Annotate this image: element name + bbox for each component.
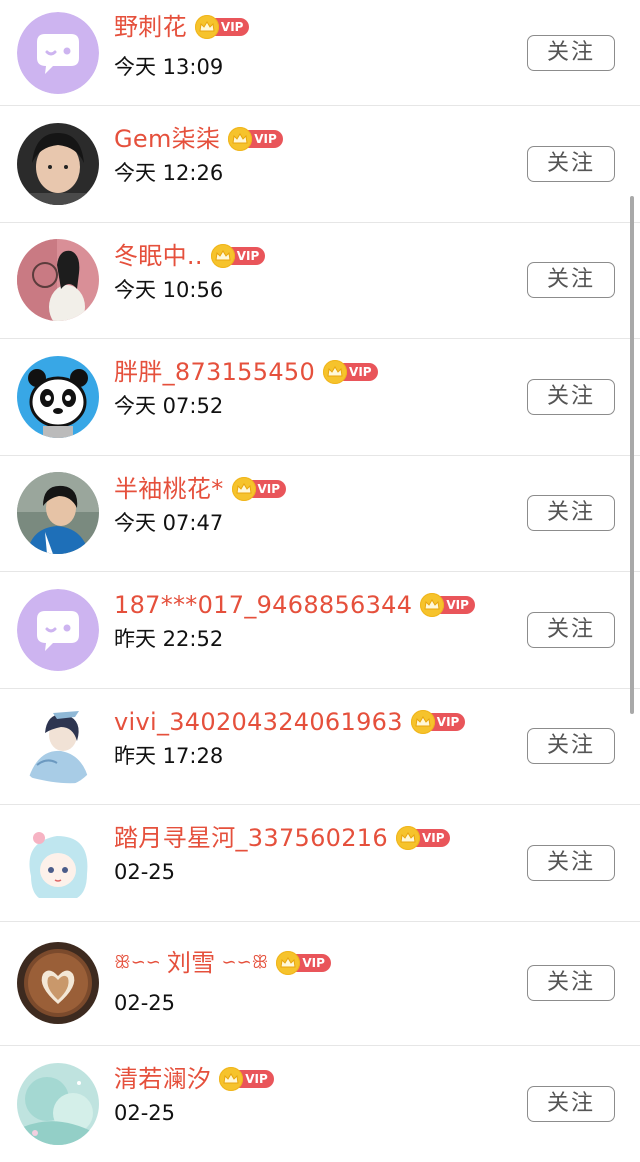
user-name[interactable]: 187***017_9468856344 [114,588,412,622]
avatar[interactable] [17,122,99,205]
user-name[interactable]: Gem柒柒 [114,122,220,156]
avatar[interactable] [17,355,99,438]
list-item[interactable]: Gem柒柒 VIP 今天 12:26 关注 [0,106,640,223]
crown-icon [410,709,435,734]
user-name[interactable]: 胖胖_873155450 [114,355,315,389]
avatar[interactable] [17,472,99,555]
latte-art-avatar-icon [17,942,99,1024]
timestamp: 昨天 17:28 [114,743,224,768]
follower-list: 野刺花 VIP 今天 13:09 关注 Gem柒柒 VIP 今天 12:26 关… [0,0,640,1162]
follow-button[interactable]: 关注 [527,965,615,1001]
timestamp: 今天 10:56 [114,277,224,302]
vip-badge: VIP [210,243,266,268]
vip-badge: VIP [410,709,466,734]
scrollbar[interactable] [630,196,634,714]
user-name[interactable]: 踏月寻星河_337560216 [114,821,388,855]
default-chat-avatar-icon [17,11,99,94]
crown-icon [395,826,420,850]
list-item[interactable]: ꕥ∽∽ 刘雪 ∽∽ꕥ VIP 02-25 关注 [0,922,640,1046]
crown-icon [219,1066,244,1091]
avatar[interactable] [17,942,99,1024]
crown-icon [194,15,219,39]
list-item[interactable]: 187***017_9468856344 VIP 昨天 22:52 关注 [0,572,640,689]
timestamp: 02-25 [114,860,176,884]
user-name[interactable]: 半袖桃花* [114,472,224,506]
user-name[interactable]: 清若澜汐 [114,1062,211,1096]
timestamp: 02-25 [114,1100,176,1125]
list-item[interactable]: 踏月寻星河_337560216 VIP 02-25 关注 [0,805,640,922]
avatar[interactable] [17,821,99,904]
flourish-left-icon: ꕥ∽∽ [114,952,161,973]
timestamp: 今天 13:09 [114,55,224,79]
timestamp: 今天 07:52 [114,394,224,418]
timestamp: 昨天 22:52 [114,627,224,651]
vip-badge: VIP [194,15,250,39]
timestamp: 今天 07:47 [114,510,224,535]
avatar[interactable] [17,705,99,788]
user-name[interactable]: 刘雪 [167,946,216,980]
follow-button[interactable]: 关注 [527,145,615,182]
follow-button[interactable]: 关注 [527,262,615,299]
follow-button[interactable]: 关注 [527,34,615,71]
vip-badge: VIP [219,1066,274,1091]
watercolor-avatar-icon [17,1062,99,1145]
avatar[interactable] [17,11,99,94]
vip-badge: VIP [228,127,283,151]
avatar[interactable] [17,239,99,322]
crown-icon [323,360,348,384]
illustration-avatar-icon [17,705,99,788]
follow-button[interactable]: 关注 [527,495,615,532]
follow-button[interactable]: 关注 [527,728,615,765]
list-item[interactable]: 野刺花 VIP 今天 13:09 关注 [0,0,640,106]
vip-badge: VIP [420,593,475,617]
illustration-avatar-icon [17,821,99,904]
user-name[interactable]: 野刺花 [114,10,187,44]
crown-icon [210,243,235,268]
photo-avatar-icon [17,122,99,205]
vip-badge: VIP [323,360,378,384]
timestamp: 今天 12:26 [114,161,224,185]
vip-badge: VIP [276,950,331,975]
vip-badge: VIP [395,826,451,850]
panda-avatar-icon [17,355,99,438]
follow-button[interactable]: 关注 [527,378,615,415]
list-item[interactable]: 清若澜汐 VIP 02-25 关注 [0,1046,640,1162]
photo-avatar-icon [17,472,99,555]
follow-button[interactable]: 关注 [527,1085,615,1122]
default-chat-avatar-icon [17,588,99,671]
flourish-right-icon: ∽∽ꕥ [221,952,269,973]
avatar[interactable] [17,588,99,671]
list-item[interactable]: 胖胖_873155450 VIP 今天 07:52 关注 [0,339,640,456]
crown-icon [276,950,301,975]
crown-icon [231,476,256,501]
user-name[interactable]: 冬眠中.. [114,239,203,273]
list-item[interactable]: 半袖桃花* VIP 今天 07:47 关注 [0,456,640,572]
follow-button[interactable]: 关注 [527,844,615,881]
list-item[interactable]: vivi_340204324061963 VIP 昨天 17:28 关注 [0,689,640,805]
user-name[interactable]: vivi_340204324061963 [114,705,403,739]
timestamp: 02-25 [114,990,176,1015]
follow-button[interactable]: 关注 [527,611,615,648]
avatar[interactable] [17,1062,99,1145]
vip-badge: VIP [231,476,287,501]
list-item[interactable]: 冬眠中.. VIP 今天 10:56 关注 [0,223,640,339]
photo-avatar-icon [17,239,99,322]
